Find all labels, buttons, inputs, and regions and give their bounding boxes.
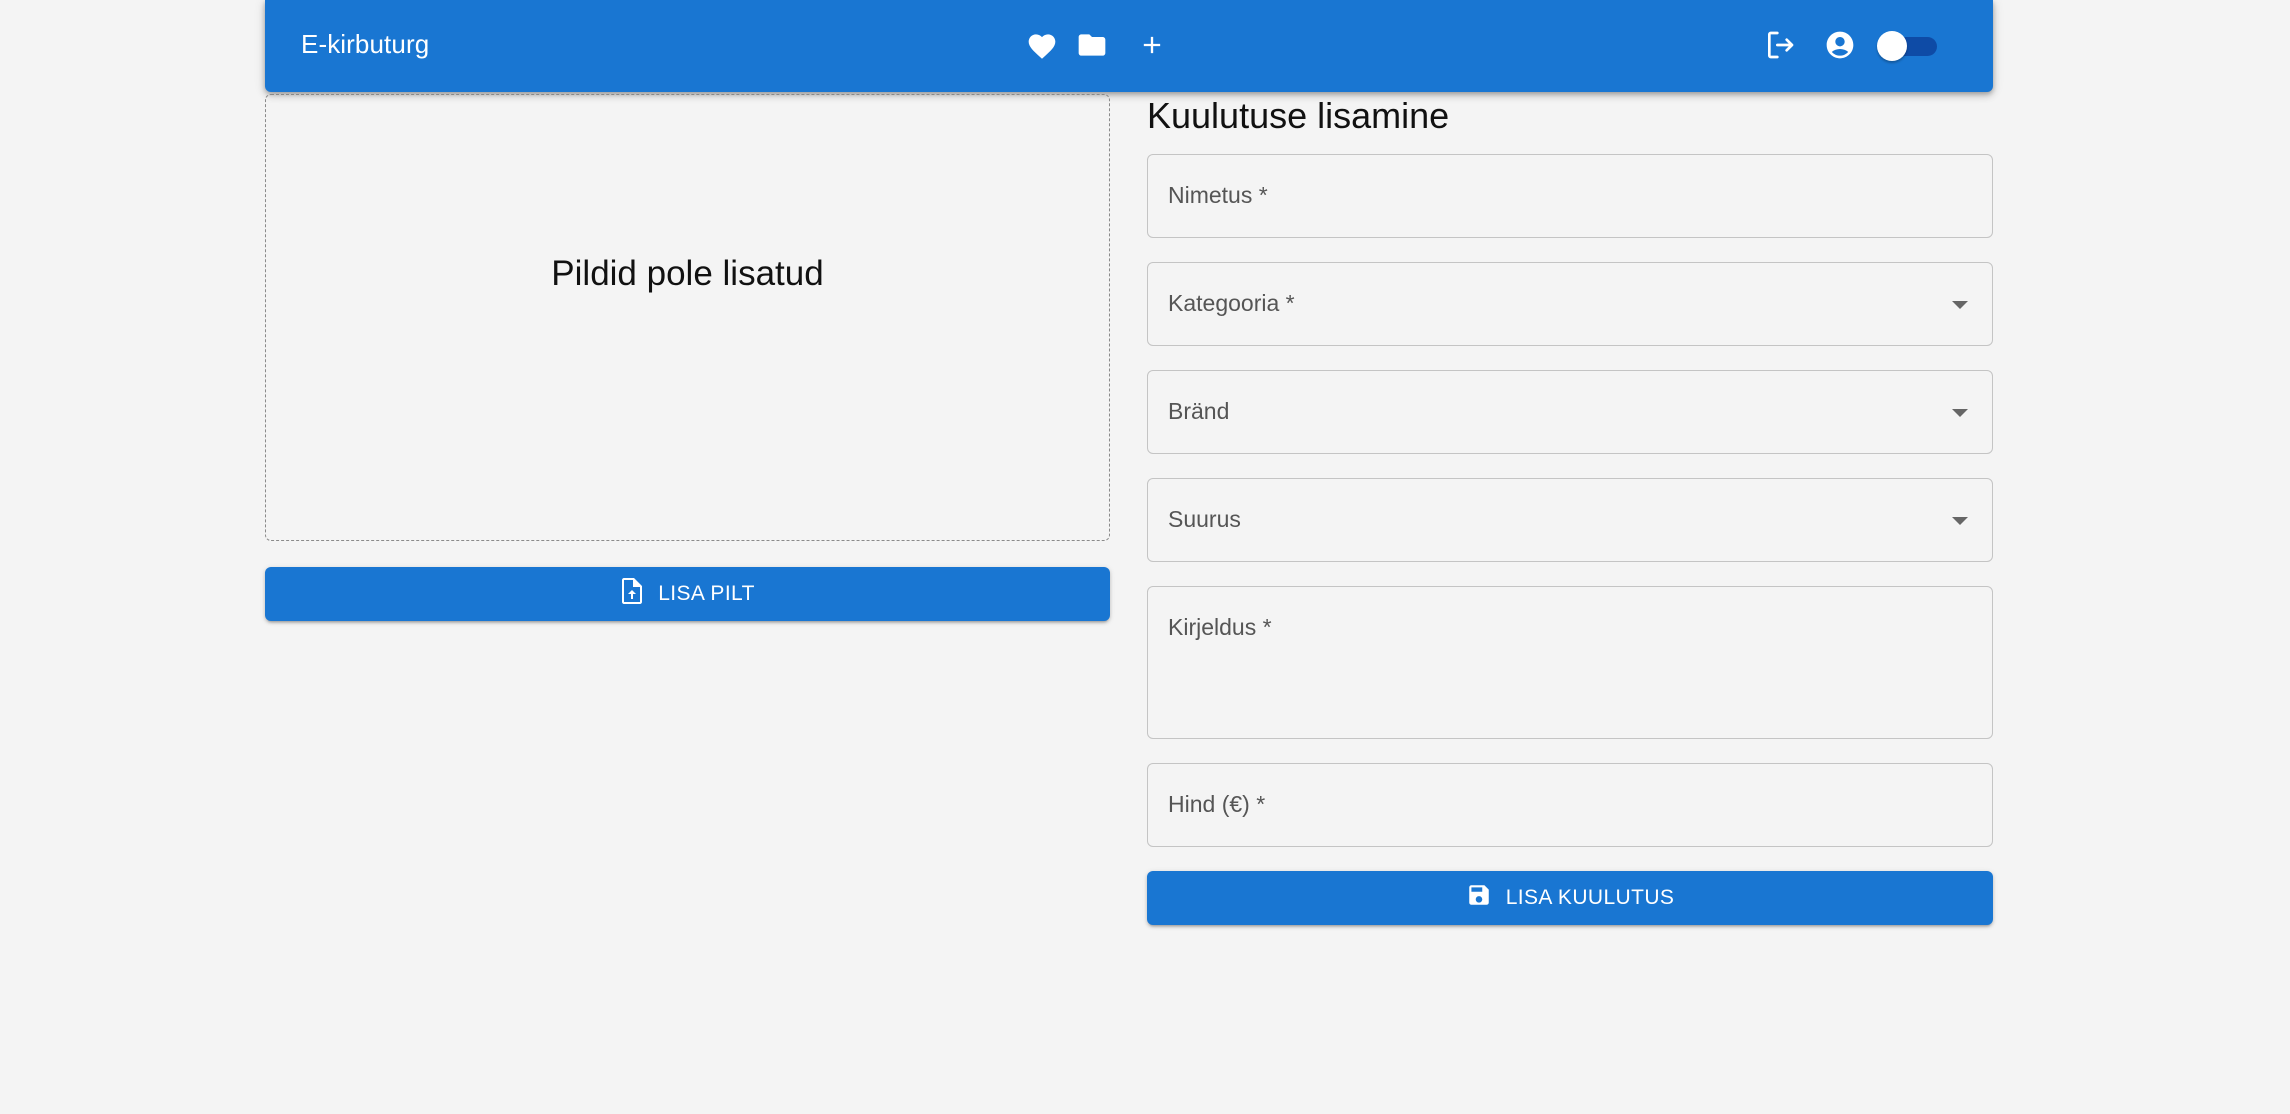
category-select[interactable]: Kategooria *: [1147, 262, 1993, 346]
heart-icon: [1026, 30, 1058, 60]
account-circle-icon: [1824, 29, 1856, 61]
description-label: Kirjeldus *: [1168, 614, 1272, 640]
image-dropzone: Pildid pole lisatud: [265, 94, 1110, 541]
add-listing-label: LISA KUULUTUS: [1505, 886, 1675, 909]
file-upload-icon: [620, 577, 658, 611]
switch-thumb: [1877, 31, 1907, 61]
logout-icon: [1764, 29, 1796, 61]
theme-toggle-switch[interactable]: [1877, 30, 1939, 62]
account-button[interactable]: [1820, 25, 1860, 65]
no-images-text: Pildid pole lisatud: [551, 253, 824, 293]
add-listing-nav-button[interactable]: [1132, 25, 1172, 65]
brand-select[interactable]: Bränd: [1147, 370, 1993, 454]
category-label: Kategooria *: [1168, 290, 1295, 316]
add-listing-button[interactable]: LISA KUULUTUS: [1147, 871, 1993, 925]
plus-icon: [1138, 31, 1166, 59]
add-image-button[interactable]: LISA PILT: [265, 567, 1110, 621]
app-bar: E-kirbuturg: [265, 0, 1993, 92]
size-select[interactable]: Suurus: [1147, 478, 1993, 562]
folder-icon: [1076, 31, 1108, 59]
dropdown-arrow-icon: [1952, 409, 1968, 417]
dropdown-arrow-icon: [1952, 301, 1968, 309]
size-label: Suurus: [1168, 506, 1241, 532]
form-title: Kuulutuse lisamine: [1147, 95, 1450, 136]
favorites-button[interactable]: [1022, 25, 1062, 65]
my-listings-button[interactable]: [1072, 25, 1112, 65]
name-field[interactable]: Nimetus *: [1147, 154, 1993, 238]
name-label: Nimetus *: [1168, 182, 1268, 208]
add-image-label: LISA PILT: [658, 582, 755, 605]
brand-title[interactable]: E-kirbuturg: [301, 0, 429, 88]
save-icon: [1466, 882, 1506, 914]
brand-label: Bränd: [1168, 398, 1230, 424]
description-textarea[interactable]: Kirjeldus *: [1147, 586, 1993, 739]
dropdown-arrow-icon: [1952, 517, 1968, 525]
price-field[interactable]: Hind (€) *: [1147, 763, 1993, 847]
logout-button[interactable]: [1760, 25, 1800, 65]
price-label: Hind (€) *: [1168, 791, 1266, 817]
